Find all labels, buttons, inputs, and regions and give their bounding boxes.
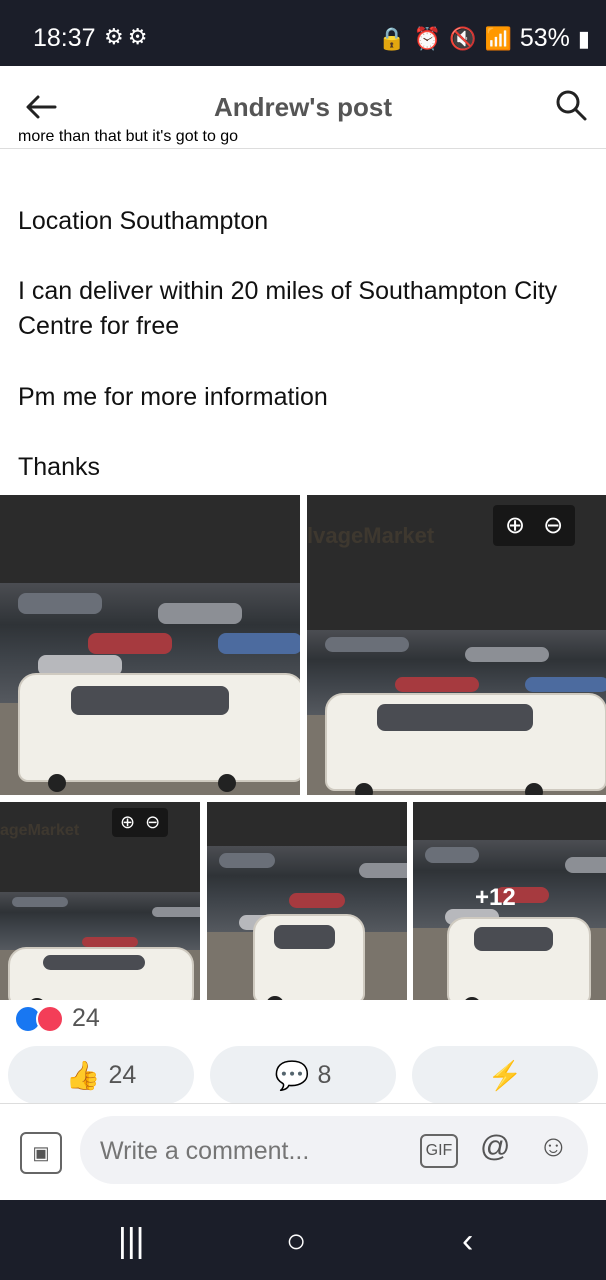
post-photo-1[interactable] — [0, 495, 300, 795]
battery-icon: ▮ — [577, 25, 590, 51]
post-cut-text: more than that but it's got to go — [18, 128, 239, 145]
watermark: lvageMarket — [307, 523, 435, 548]
white-car — [18, 673, 300, 792]
thumbs-up-icon: 👍 — [65, 1059, 101, 1091]
lock-icon: 🔒 — [378, 25, 406, 51]
mute-icon: 🔇 — [449, 25, 477, 51]
recent-apps-button[interactable]: ||| — [118, 1222, 145, 1261]
mention-button[interactable]: @ — [480, 1130, 510, 1164]
comment-bubble-icon: 💬 — [274, 1059, 310, 1091]
white-car — [253, 914, 365, 1000]
battery-percentage: 53% — [519, 24, 570, 52]
post-paragraph-delivery: I can deliver within 20 miles of Southam… — [18, 277, 558, 340]
more-photos-count: +12 — [475, 884, 516, 911]
zoom-out-icon: ⊖ — [145, 812, 161, 832]
photo-attachment-button[interactable]: ▣ — [20, 1132, 62, 1174]
notification-icons: ⚙⚙ — [104, 24, 152, 49]
messenger-icon: ⚡ — [487, 1059, 523, 1091]
love-reaction-icon — [36, 1004, 64, 1033]
white-car — [8, 947, 194, 1000]
zoom-out-icon: ⊖ — [543, 512, 564, 539]
zoom-controls: ⊕ ⊖ — [493, 505, 576, 546]
status-system-icons: 🔒 ⏰ 🔇 📶 53% ▮ — [378, 24, 590, 53]
emoji-button[interactable]: ☺ — [538, 1130, 569, 1164]
white-car — [447, 917, 591, 1000]
home-button[interactable]: ○ — [286, 1222, 307, 1261]
comment-button[interactable]: 💬 8 — [210, 1046, 396, 1104]
white-car — [325, 693, 606, 795]
wifi-icon: 📶 — [484, 25, 512, 51]
post-photo-2[interactable]: lvageMarket ⊕ ⊖ — [307, 495, 606, 795]
status-bar: 18:37 ⚙⚙ 🔒 ⏰ 🔇 📶 53% ▮ — [0, 0, 606, 66]
status-time: 18:37 — [33, 24, 96, 52]
comment-count: 8 — [317, 1060, 332, 1089]
zoom-controls: ⊕ ⊖ — [112, 808, 169, 837]
system-back-button[interactable]: ‹ — [462, 1222, 473, 1261]
comment-input[interactable] — [98, 1116, 402, 1186]
messenger-share-button[interactable]: ⚡ — [412, 1046, 598, 1104]
search-icon[interactable] — [554, 88, 588, 122]
reaction-summary[interactable]: 24 — [14, 1004, 100, 1033]
post-photo-3[interactable]: ageMarket ⊕ ⊖ — [0, 802, 200, 1000]
post-paragraph-location: Location Southampton — [18, 207, 269, 235]
reaction-count: 24 — [72, 1004, 100, 1032]
like-button[interactable]: 👍 24 — [8, 1046, 194, 1104]
like-count: 24 — [108, 1060, 137, 1089]
post-paragraph-contact: Pm me for more information — [18, 383, 328, 411]
post-paragraph-thanks: Thanks — [18, 453, 100, 481]
zoom-in-icon: ⊕ — [505, 512, 526, 539]
gif-button[interactable]: GIF — [420, 1134, 458, 1168]
android-navigation-bar: ||| ○ ‹ — [0, 1200, 606, 1280]
watermark: ageMarket — [0, 822, 80, 839]
comment-composer: ▣ GIF @ ☺ — [0, 1103, 606, 1200]
post-photo-5[interactable]: +12 — [413, 802, 606, 1000]
page-title: Andrew's post — [213, 92, 393, 122]
post-photo-4[interactable] — [207, 802, 407, 1000]
zoom-in-icon: ⊕ — [120, 812, 136, 832]
comment-box[interactable]: GIF @ ☺ — [80, 1116, 588, 1186]
alarm-icon: ⏰ — [413, 25, 442, 51]
